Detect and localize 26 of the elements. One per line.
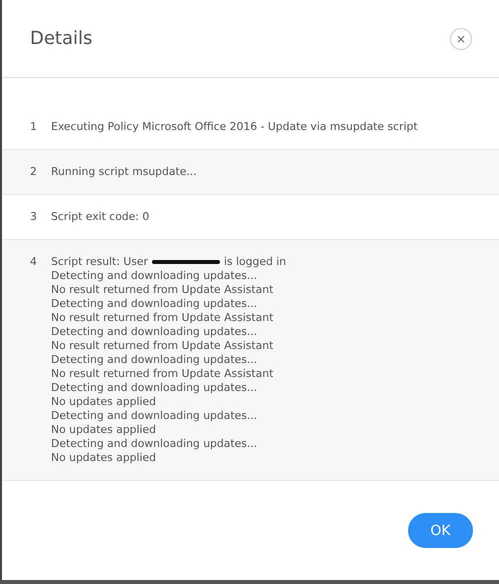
- log-text: No result returned from Update Assistant: [51, 367, 274, 381]
- log-text: Detecting and downloading updates...: [51, 409, 258, 423]
- log-text: No result returned from Update Assistant: [51, 283, 274, 297]
- log-text: Script result: User: [51, 255, 148, 269]
- dialog-title: Details: [30, 28, 92, 49]
- log-text: Detecting and downloading updates...: [51, 325, 258, 339]
- log-text: Executing Policy Microsoft Office 2016 - Update via msupdate script: [51, 120, 418, 134]
- row-number: 3: [30, 210, 38, 224]
- log-text: Detecting and downloading updates...: [51, 353, 258, 367]
- log-text: No result returned from Update Assistant: [51, 311, 274, 325]
- close-button[interactable]: ×: [450, 28, 472, 50]
- row-number: 4: [30, 255, 38, 270]
- log-text: No updates applied: [51, 395, 156, 409]
- log-text: is logged in: [224, 255, 286, 269]
- log-text: Detecting and downloading updates...: [51, 381, 258, 395]
- log-text: Script exit code: 0: [51, 210, 150, 224]
- row-number: 1: [30, 120, 38, 134]
- row-number: 2: [30, 165, 38, 179]
- log-text: Detecting and downloading updates...: [51, 297, 258, 311]
- log-text: Detecting and downloading updates...: [51, 269, 258, 283]
- ok-button[interactable]: OK: [408, 513, 473, 548]
- log-text: No updates applied: [51, 451, 156, 465]
- log-text: Detecting and downloading updates...: [51, 437, 258, 451]
- log-text: No result returned from Update Assistant: [51, 339, 274, 353]
- log-text: Running script msupdate...: [51, 165, 197, 179]
- log-text: No updates applied: [51, 423, 156, 437]
